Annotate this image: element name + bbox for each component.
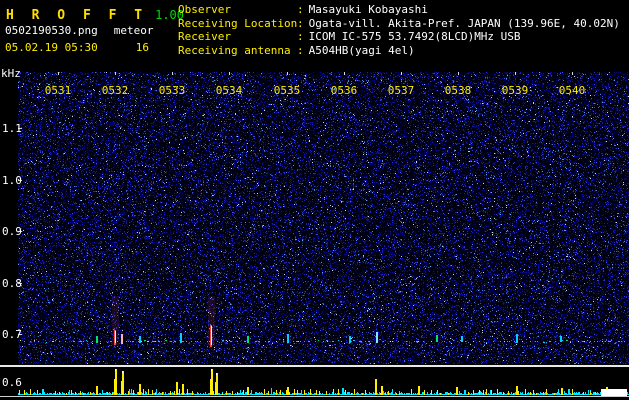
echo-count: 16 — [135, 41, 149, 54]
freq-label-1-0: 1.0 — [2, 174, 22, 187]
time-label-0531: 0531 — [44, 84, 72, 97]
spectrogram-power-divider — [0, 365, 629, 367]
time-label-0533: 0533 — [158, 84, 186, 97]
app-brand: H R O F F T 1.00 — [6, 4, 184, 23]
overload-marker — [601, 389, 627, 396]
time-label-0534: 0534 — [215, 84, 243, 97]
info-row-receiver: Receiver: ICOM IC-575 53.7492(8LCD)MHz US… — [178, 30, 620, 44]
freq-label-0-9: 0.9 — [2, 225, 22, 238]
freq-label-0-6: 0.6 — [2, 376, 22, 389]
freq-label-0-7: 0.7 — [2, 328, 22, 341]
time-label-0539: 0539 — [501, 84, 529, 97]
freq-axis-unit: kHz — [1, 67, 21, 80]
power-strip-canvas — [18, 368, 629, 395]
time-label-0536: 0536 — [330, 84, 358, 97]
app-title: H R O F F T — [6, 8, 148, 23]
observation-datetime: 05.02.19 05:30 — [5, 41, 98, 54]
info-label: Observer — [178, 3, 231, 16]
freq-label-0-8: 0.8 — [2, 277, 22, 290]
observation-mode-label: meteor — [113, 24, 154, 37]
bottom-frame-line — [0, 396, 629, 397]
colon: : — [297, 30, 304, 43]
freq-label-1-1: 1.1 — [2, 122, 22, 135]
time-label-0540: 0540 — [558, 84, 586, 97]
file-line: 0502190530.png meteor — [5, 24, 153, 37]
station-info: Observer: Masayuki Kobayashi Receiving Lo… — [178, 3, 620, 57]
info-row-observer: Observer: Masayuki Kobayashi — [178, 3, 620, 17]
info-label: Receiver — [178, 30, 231, 43]
info-label: Receiving Location — [178, 16, 298, 30]
colon: : — [297, 16, 304, 30]
colon: : — [297, 43, 304, 57]
time-label-0535: 0535 — [273, 84, 301, 97]
info-row-antenna: Receiving antenna: A504HB(yagi 4el) — [178, 44, 620, 58]
date-line: 05.02.19 05:30 16 — [5, 41, 149, 54]
time-label-0537: 0537 — [387, 84, 415, 97]
time-label-0538: 0538 — [444, 84, 472, 97]
output-filename: 0502190530.png — [5, 24, 98, 37]
info-row-location: Receiving Location: Ogata-vill. Akita-Pre… — [178, 17, 620, 31]
info-value: Masayuki Kobayashi — [308, 3, 428, 16]
info-value: ICOM IC-575 53.7492(8LCD)MHz USB — [308, 30, 521, 43]
info-value: Ogata-vill. Akita-Pref. JAPAN (139.96E, … — [308, 16, 620, 30]
hrofft-window: H R O F F T 1.00 0502190530.png meteor 05.… — [0, 0, 629, 400]
time-label-0532: 0532 — [101, 84, 129, 97]
spectrogram-canvas — [18, 72, 629, 364]
info-value: A504HB(yagi 4el) — [308, 43, 415, 57]
info-label: Receiving antenna — [178, 43, 291, 57]
colon: : — [297, 3, 304, 16]
